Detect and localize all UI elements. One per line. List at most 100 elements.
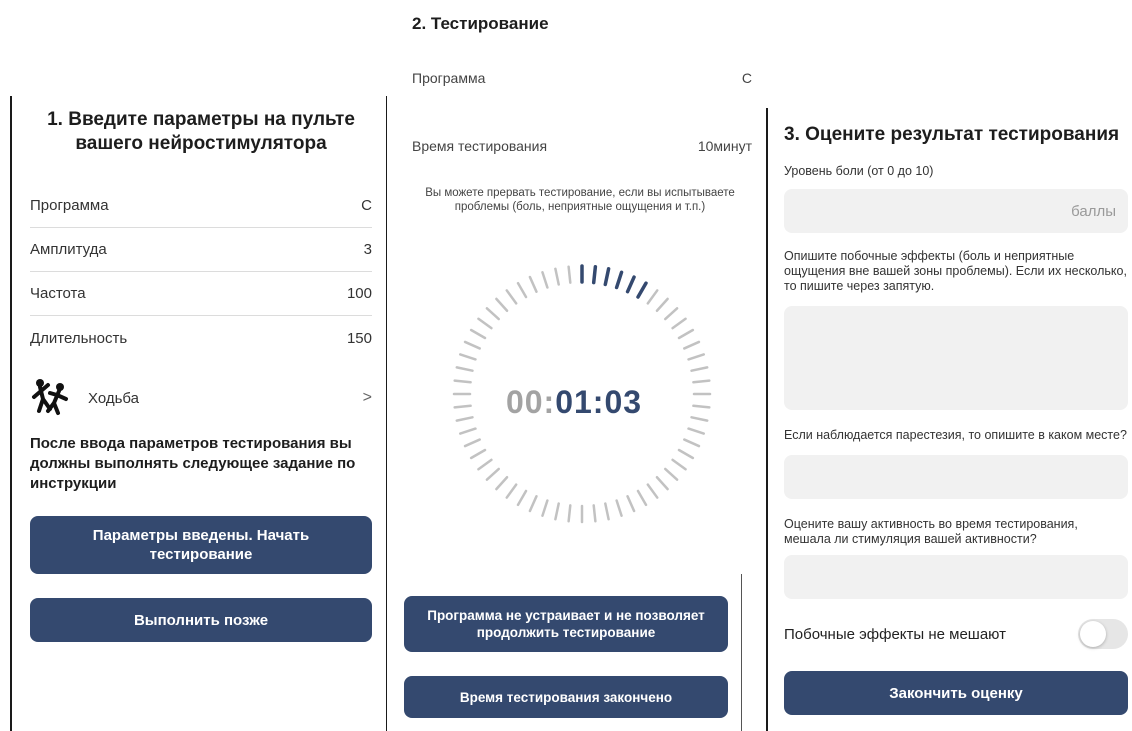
dial-tick — [554, 267, 560, 286]
divider-col1-col2 — [386, 96, 387, 731]
side-effects-toggle[interactable] — [1078, 619, 1128, 649]
do-later-button[interactable]: Выполнить позже — [30, 598, 372, 642]
dial-tick — [541, 271, 549, 289]
dial-tick — [459, 427, 477, 435]
time-finished-button[interactable]: Время тестирования закончено — [404, 676, 728, 718]
evaluation-panel: 3. Оцените результат тестирования Уровен… — [784, 124, 1128, 715]
step3-title: 3. Оцените результат тестирования — [784, 124, 1120, 145]
activity-impact-label: Оцените вашу активность во время тестиро… — [784, 517, 1078, 546]
program-value: С — [741, 70, 752, 86]
toggle-knob — [1080, 621, 1106, 647]
dial-tick — [554, 502, 560, 521]
side-effects-toggle-row: Побочные эффекты не мешают — [784, 619, 1128, 649]
timer-minutes-seconds: 01:03 — [555, 384, 643, 420]
side-effects-textarea[interactable] — [784, 306, 1128, 410]
dial-tick — [485, 307, 501, 321]
dial-tick — [677, 328, 695, 340]
dial-tick — [655, 297, 669, 313]
param-row-duration: Длительность 150 — [30, 316, 372, 360]
dial-tick — [692, 379, 711, 384]
instruction-note: После ввода параметров тестирования вы д… — [30, 435, 356, 492]
param-label: Частота — [30, 285, 86, 302]
dial-tick — [495, 475, 509, 491]
activity-selector[interactable]: Ходьба > — [30, 370, 372, 426]
dial-tick — [687, 427, 705, 435]
pain-level-placeholder: баллы — [1071, 202, 1116, 220]
activity-label: Ходьба — [88, 389, 140, 407]
dial-tick — [567, 265, 572, 284]
dial-tick — [615, 499, 623, 517]
dial-tick — [690, 366, 709, 372]
program-row: Программа С — [412, 70, 752, 86]
param-value: 100 — [346, 285, 372, 302]
pain-level-input[interactable]: баллы — [784, 189, 1128, 233]
pain-level-label: Уровень боли (от 0 до 10) — [784, 164, 934, 178]
timer-hours: 00: — [505, 384, 556, 420]
param-value: 150 — [346, 329, 372, 347]
activity-impact-input[interactable] — [784, 555, 1128, 599]
dial-tick — [636, 489, 648, 507]
dial-tick — [626, 495, 636, 513]
dial-tick — [469, 448, 487, 460]
dial-tick — [455, 366, 474, 372]
dial-tick — [567, 504, 572, 523]
dial-tick — [453, 379, 472, 384]
dial-tick — [516, 489, 528, 507]
test-time-label: Время тестирования — [412, 138, 548, 154]
dial-tick — [683, 340, 701, 350]
paresthesia-label: Если наблюдается парестезия, то опишите … — [784, 428, 1127, 442]
chevron-right-icon: > — [362, 389, 372, 406]
dial-tick — [646, 289, 659, 305]
test-time-value: 10минут — [697, 138, 752, 154]
param-label: Программа — [30, 197, 109, 214]
param-label: Длительность — [30, 329, 128, 347]
dial-tick — [469, 328, 487, 340]
dial-tick — [671, 458, 687, 471]
dial-tick — [477, 317, 493, 330]
dial-tick — [592, 504, 597, 523]
dial-tick — [505, 289, 518, 305]
param-row-program: Программа С — [30, 184, 372, 228]
dial-tick — [541, 499, 549, 517]
program-label: Программа — [412, 70, 486, 86]
dial-tick-active — [591, 264, 598, 285]
walking-figure-icon — [30, 375, 76, 421]
start-testing-button[interactable]: Параметры введены. Начать тестирование — [30, 516, 372, 574]
toggle-label: Побочные эффекты не мешают — [784, 625, 1006, 643]
dial-tick — [646, 483, 659, 499]
dial-tick — [459, 353, 477, 361]
dial-tick-active — [636, 281, 648, 299]
step2-title: 2. Тестирование — [412, 14, 549, 33]
parameters-panel: 1. Введите параметры на пульте вашего не… — [30, 108, 372, 642]
dial-tick — [671, 317, 687, 330]
dial-tick — [687, 353, 705, 361]
dial-tick — [663, 467, 679, 481]
dial-tick — [516, 281, 528, 299]
dial-tick — [477, 458, 493, 471]
left-border-line — [10, 96, 12, 731]
dial-tick-active — [614, 270, 624, 290]
dial-tick — [495, 297, 509, 313]
param-row-amplitude: Амплитуда 3 — [30, 228, 372, 272]
dial-tick — [677, 448, 695, 460]
program-not-suitable-button[interactable]: Программа не устраивает и не позволяет п… — [404, 596, 728, 652]
paresthesia-input[interactable] — [784, 455, 1128, 499]
dial-tick-active — [625, 275, 636, 294]
dial-tick — [683, 438, 701, 448]
dial-tick — [655, 475, 669, 491]
dial-tick — [485, 467, 501, 481]
dial-tick — [505, 483, 518, 499]
parameter-list: Программа С Амплитуда 3 Частота 100 Длит… — [30, 184, 372, 360]
dial-tick — [463, 340, 481, 350]
step1-title: 1. Введите параметры на пульте вашего не… — [47, 109, 355, 154]
param-label: Амплитуда — [30, 241, 107, 258]
param-row-frequency: Частота 100 — [30, 272, 372, 316]
side-effects-label: Опишите побочные эффекты (боль и неприят… — [784, 249, 1127, 293]
dial-tick — [528, 495, 538, 513]
dial-tick — [663, 307, 679, 321]
divider-col2-col3 — [766, 108, 768, 731]
interrupt-note: Вы можете прервать тестирование, если вы… — [425, 187, 735, 213]
param-value: 3 — [363, 241, 372, 258]
finish-evaluation-button[interactable]: Закончить оценку — [784, 671, 1128, 715]
timer-display: 00:01:03 — [442, 384, 706, 421]
